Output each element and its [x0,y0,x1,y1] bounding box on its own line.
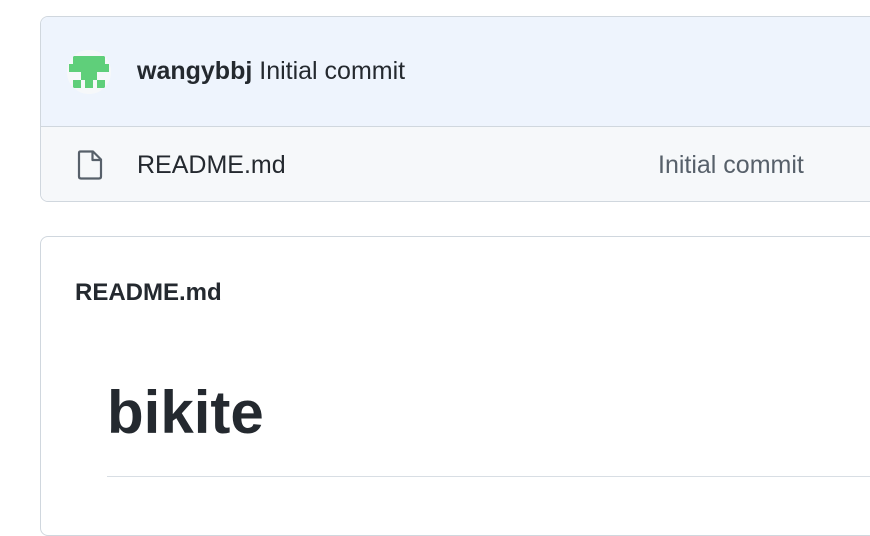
commit-summary: wangybbj Initial commit [137,57,405,86]
file-list-box: wangybbj Initial commit README.md Initia… [40,16,870,202]
avatar[interactable] [67,49,111,94]
readme-header-link[interactable]: README.md [75,279,222,307]
commit-message[interactable]: Initial commit [259,57,405,85]
identicon-icon [67,49,111,94]
readme-title: bikite [107,379,264,446]
title-divider [107,476,870,477]
readme-box: README.md bikite [40,236,870,536]
file-icon [77,150,103,180]
file-commit-message-link[interactable]: Initial commit [658,151,804,180]
file-row: README.md Initial commit [41,127,870,201]
commit-author[interactable]: wangybbj [137,57,252,85]
file-name-link[interactable]: README.md [137,151,286,180]
latest-commit-header: wangybbj Initial commit [41,17,870,127]
